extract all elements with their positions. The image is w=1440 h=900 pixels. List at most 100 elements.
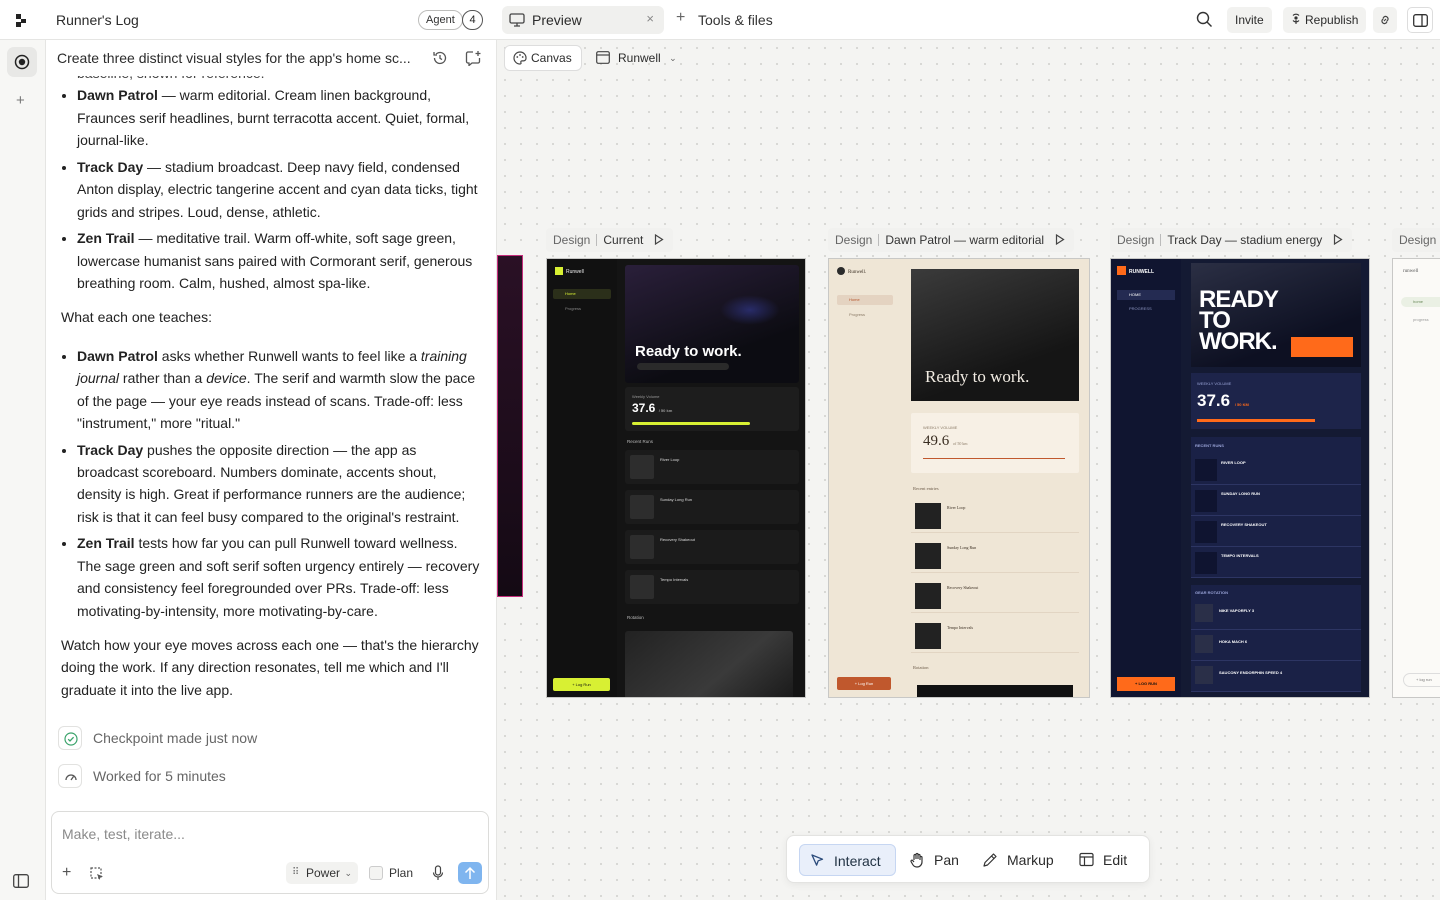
attach-plus-icon[interactable]: + xyxy=(62,864,71,882)
project-select[interactable]: Runwell ⌄ xyxy=(594,45,681,71)
chevron-down-icon: ⌄ xyxy=(344,868,353,878)
style-name: Zen Trail xyxy=(77,535,135,552)
mock-run-name: River Loop xyxy=(660,457,680,462)
pan-tool-button[interactable]: Pan xyxy=(899,844,969,876)
close-tab-icon[interactable]: × xyxy=(646,11,654,26)
history-icon[interactable] xyxy=(432,50,448,66)
table-row: Recovery Shakeout xyxy=(625,530,799,564)
mock-nav-home: Home xyxy=(553,289,611,299)
mock-hero-line: WORK. xyxy=(1199,328,1278,355)
rail-agent-button[interactable] xyxy=(7,47,37,77)
mock-run-name: Recovery Shakeout xyxy=(947,585,979,590)
table-row: Tempo Intervals xyxy=(625,570,799,604)
composer: + ⠿ Power ⌄ Plan xyxy=(51,811,489,894)
frame-kind: Design xyxy=(1117,233,1155,247)
chat-message: baseline, shown for reference. Dawn Patr… xyxy=(57,62,481,701)
mock-nav-home: home xyxy=(1401,297,1440,307)
mock-hero-pill xyxy=(637,363,729,370)
design-frame-partial-left[interactable] xyxy=(497,255,523,597)
list-item: SAUCONY ENDORPHIN SPEED 4 xyxy=(1191,662,1361,692)
mock-run-name: RIVER LOOP xyxy=(1221,460,1246,465)
worked-badge xyxy=(58,764,82,788)
mock-brand-text: Runwell. xyxy=(848,270,867,275)
mock-brand: Runwell xyxy=(555,267,584,275)
browser-window-icon xyxy=(596,51,610,64)
list-item: Dawn Patrol asks whether Runwell wants t… xyxy=(77,345,481,435)
mock-section-title: Rotation xyxy=(913,665,929,670)
table-row: Tempo Intervals xyxy=(911,619,1079,653)
design-canvas[interactable]: Canvas Runwell ⌄ Design Current Design Daw… xyxy=(497,40,1440,900)
tab-preview[interactable]: Preview × xyxy=(502,6,664,34)
select-element-icon[interactable] xyxy=(90,867,104,881)
chat-prompt-title[interactable]: Create three distinct visual styles for … xyxy=(57,50,419,66)
agent-count-badge[interactable]: 4 xyxy=(462,10,483,30)
mock-stat-label: WEEKLY VOLUME xyxy=(1197,381,1232,386)
mock-nav-progress: Progress xyxy=(849,312,866,317)
frame-name: Dawn Patrol — warm editorial xyxy=(885,233,1045,247)
play-icon[interactable] xyxy=(1333,234,1343,245)
plan-toggle[interactable]: Plan xyxy=(369,862,413,884)
copy-link-button[interactable] xyxy=(1373,7,1397,33)
divider xyxy=(596,234,598,246)
new-chat-icon[interactable] xyxy=(465,50,482,66)
agent-badge[interactable]: Agent xyxy=(418,10,463,30)
frame-label-current[interactable]: Design Current xyxy=(546,228,674,252)
mock-hero: READY TO WORK. xyxy=(1191,263,1361,367)
design-frame-zen-trail[interactable]: runwell home progress + log run xyxy=(1392,258,1440,698)
design-frame-current[interactable]: Runwell Home Progress Ready to work. Wee… xyxy=(546,258,806,698)
app-title[interactable]: Runner's Log xyxy=(56,12,139,28)
republish-button[interactable]: Republish xyxy=(1283,7,1367,33)
mock-hero-tag xyxy=(1291,337,1353,357)
search-icon[interactable] xyxy=(1196,11,1213,28)
mock-progress-bar xyxy=(923,458,1065,459)
invite-button[interactable]: Invite xyxy=(1227,7,1272,33)
markup-tool-button[interactable]: Markup xyxy=(972,844,1062,876)
mock-stat-number: 49.6 xyxy=(923,433,950,449)
mock-brand: Runwell. xyxy=(837,267,866,275)
microphone-icon[interactable] xyxy=(432,865,444,881)
play-icon[interactable] xyxy=(654,234,664,245)
pencil-icon xyxy=(983,853,997,867)
canvas-tab[interactable]: Canvas xyxy=(504,45,582,71)
plan-checkbox[interactable] xyxy=(369,866,383,880)
table-row: SUNDAY LONG RUN xyxy=(1191,486,1361,516)
toggle-panel-button[interactable] xyxy=(1407,7,1433,33)
edit-tool-button[interactable]: Edit xyxy=(1069,844,1139,876)
new-item-plus-icon[interactable]: + xyxy=(16,92,25,109)
mock-rotation-card xyxy=(917,685,1073,697)
table-row: Sunday Long Run xyxy=(911,539,1079,573)
style-list: Dawn Patrol — warm editorial. Cream line… xyxy=(57,84,481,294)
mock-section-title: RECENT RUNS xyxy=(1195,443,1224,448)
mock-gear-name: SAUCONY ENDORPHIN SPEED 4 xyxy=(1219,670,1283,675)
canvas-tool-bar: Interact Pan Markup Edit xyxy=(786,835,1150,883)
interact-tool-button[interactable]: Interact xyxy=(799,844,896,876)
frame-kind: Design xyxy=(1399,233,1437,247)
mock-nav-progress: progress xyxy=(1413,317,1429,322)
design-frame-track-day[interactable]: RUNWELL HOME PROGRESS READY TO WORK. WEE… xyxy=(1110,258,1370,698)
style-name: Dawn Patrol xyxy=(77,87,158,104)
mock-log-run-button: + Log Run xyxy=(553,678,610,691)
table-row: River Loop xyxy=(911,499,1079,533)
mode-select[interactable]: ⠿ Power ⌄ xyxy=(286,862,359,884)
mock-section-title: GEAR ROTATION xyxy=(1195,590,1228,595)
frame-label-zen-trail[interactable]: Design xyxy=(1392,228,1440,252)
layout-icon xyxy=(1079,852,1094,867)
mock-hero-title: READY TO WORK. xyxy=(1199,288,1279,355)
frame-label-dawn-patrol[interactable]: Design Dawn Patrol — warm editorial xyxy=(828,228,1075,252)
list-item: Track Day — stadium broadcast. Deep navy… xyxy=(77,156,481,223)
frame-name: Current xyxy=(603,233,644,247)
message-input[interactable] xyxy=(62,826,472,842)
table-row: River Loop xyxy=(625,450,799,484)
design-frame-dawn-patrol[interactable]: Runwell. Home Progress Ready to work. WE… xyxy=(828,258,1090,698)
frame-label-track-day[interactable]: Design Track Day — stadium energy xyxy=(1110,228,1353,252)
toggle-sidebar-button[interactable] xyxy=(7,867,35,895)
app-logo-icon[interactable] xyxy=(12,11,30,29)
checkpoint-text: Checkpoint made just now xyxy=(93,730,258,746)
list-item: Zen Trail tests how far you can pull Run… xyxy=(77,532,481,622)
send-button[interactable] xyxy=(458,862,482,884)
style-name: Track Day xyxy=(77,441,144,458)
mock-run-name: Recovery Shakeout xyxy=(660,537,695,542)
markup-label: Markup xyxy=(1007,852,1054,868)
play-icon[interactable] xyxy=(1055,234,1065,245)
list-item: HOKA MACH 6 xyxy=(1191,631,1361,661)
